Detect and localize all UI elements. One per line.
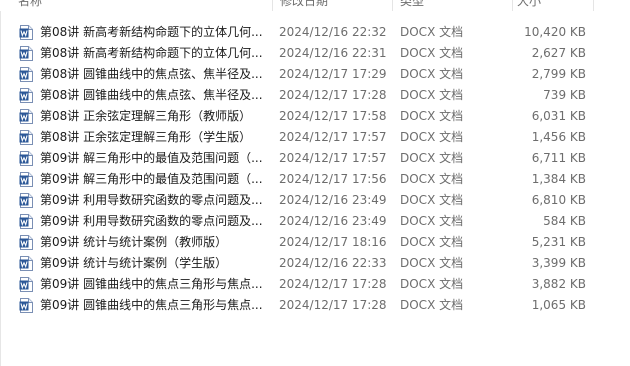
file-name: 第08讲 新高考新结构命题下的立体几何... [40, 25, 263, 39]
word-doc-icon [19, 235, 33, 250]
file-list: 第08讲 新高考新结构命题下的立体几何... 2024/12/16 22:32 … [0, 22, 630, 316]
file-size: 3,399 KB [531, 256, 586, 270]
file-modified-date: 2024/12/17 17:58 [279, 109, 387, 123]
file-size: 2,627 KB [531, 46, 586, 60]
file-modified-date: 2024/12/16 22:31 [279, 46, 387, 60]
word-doc-icon [19, 256, 33, 271]
column-header-size[interactable]: 大小 [517, 0, 541, 11]
file-modified-date: 2024/12/16 23:49 [279, 214, 387, 228]
file-modified-date: 2024/12/17 17:28 [279, 88, 387, 102]
file-name: 第09讲 利用导数研究函数的零点问题及... [40, 193, 263, 207]
file-modified-date: 2024/12/16 22:33 [279, 256, 387, 270]
column-divider[interactable] [392, 0, 393, 11]
word-doc-icon [19, 151, 33, 166]
file-modified-date: 2024/12/17 18:16 [279, 235, 387, 249]
file-row[interactable]: 第08讲 圆锥曲线中的焦点弦、焦半径及... 2024/12/17 17:29 … [0, 64, 630, 85]
file-name: 第08讲 正余弦定理解三角形（教师版） [40, 109, 252, 123]
file-modified-date: 2024/12/17 17:28 [279, 298, 387, 312]
file-modified-date: 2024/12/17 17:29 [279, 67, 387, 81]
file-name: 第08讲 正余弦定理解三角形（学生版） [40, 130, 252, 144]
file-row[interactable]: 第09讲 利用导数研究函数的零点问题及... 2024/12/16 23:49 … [0, 211, 630, 232]
file-name: 第09讲 解三角形中的最值及范围问题（... [40, 172, 263, 186]
column-divider[interactable] [512, 0, 513, 11]
file-row[interactable]: 第09讲 圆锥曲线中的焦点三角形与焦点... 2024/12/17 17:28 … [0, 295, 630, 316]
word-doc-icon [19, 277, 33, 292]
file-size: 2,799 KB [531, 67, 586, 81]
file-row[interactable]: 第08讲 新高考新结构命题下的立体几何... 2024/12/16 22:32 … [0, 22, 630, 43]
file-name: 第08讲 新高考新结构命题下的立体几何... [40, 46, 263, 60]
file-size: 6,031 KB [531, 109, 586, 123]
file-modified-date: 2024/12/16 23:49 [279, 193, 387, 207]
file-row[interactable]: 第08讲 圆锥曲线中的焦点弦、焦半径及... 2024/12/17 17:28 … [0, 85, 630, 106]
file-name: 第09讲 统计与统计案例（学生版） [40, 256, 228, 270]
word-doc-icon [19, 25, 33, 40]
file-modified-date: 2024/12/16 22:32 [279, 25, 387, 39]
file-name: 第09讲 圆锥曲线中的焦点三角形与焦点... [40, 298, 263, 312]
word-doc-icon [19, 46, 33, 61]
file-name: 第09讲 统计与统计案例（教师版） [40, 235, 228, 249]
file-size: 5,231 KB [531, 235, 586, 249]
file-row[interactable]: 第08讲 新高考新结构命题下的立体几何... 2024/12/16 22:31 … [0, 43, 630, 64]
file-size: 1,456 KB [531, 130, 586, 144]
file-row[interactable]: 第09讲 解三角形中的最值及范围问题（... 2024/12/17 17:56 … [0, 169, 630, 190]
file-row[interactable]: 第08讲 正余弦定理解三角形（教师版） 2024/12/17 17:58 DOC… [0, 106, 630, 127]
file-name: 第08讲 圆锥曲线中的焦点弦、焦半径及... [40, 88, 263, 102]
file-size: 1,065 KB [531, 298, 586, 312]
word-doc-icon [19, 298, 33, 313]
file-size: 1,384 KB [531, 172, 586, 186]
file-modified-date: 2024/12/17 17:56 [279, 172, 387, 186]
column-header-modified[interactable]: 修改日期 [280, 0, 328, 11]
file-size: 739 KB [543, 88, 586, 102]
file-row[interactable]: 第09讲 解三角形中的最值及范围问题（... 2024/12/17 17:57 … [0, 148, 630, 169]
file-row[interactable]: 第09讲 统计与统计案例（教师版） 2024/12/17 18:16 DOCX … [0, 232, 630, 253]
file-name: 第09讲 解三角形中的最值及范围问题（... [40, 151, 263, 165]
file-size: 10,420 KB [524, 25, 586, 39]
file-size: 6,711 KB [531, 151, 586, 165]
file-size: 6,810 KB [531, 193, 586, 207]
file-row[interactable]: 第08讲 正余弦定理解三角形（学生版） 2024/12/17 17:57 DOC… [0, 127, 630, 148]
file-modified-date: 2024/12/17 17:57 [279, 130, 387, 144]
column-header-name[interactable]: 名称 [18, 0, 42, 11]
file-explorer-details-view: 名称 修改日期 类型 大小 第08讲 新高考新结构命题下的立体几何... 202… [0, 0, 630, 366]
file-name: 第08讲 圆锥曲线中的焦点弦、焦半径及... [40, 67, 263, 81]
word-doc-icon [19, 67, 33, 82]
column-header-type[interactable]: 类型 [400, 0, 424, 11]
word-doc-icon [19, 109, 33, 124]
file-name: 第09讲 圆锥曲线中的焦点三角形与焦点... [40, 277, 263, 291]
column-divider[interactable] [593, 0, 594, 11]
column-divider[interactable] [272, 0, 273, 11]
file-row[interactable]: 第09讲 统计与统计案例（学生版） 2024/12/16 22:33 DOCX … [0, 253, 630, 274]
word-doc-icon [19, 88, 33, 103]
word-doc-icon [19, 130, 33, 145]
word-doc-icon [19, 172, 33, 187]
file-row[interactable]: 第09讲 圆锥曲线中的焦点三角形与焦点... 2024/12/17 17:28 … [0, 274, 630, 295]
file-size: 584 KB [543, 214, 586, 228]
column-header-row: 名称 修改日期 类型 大小 [0, 0, 630, 11]
file-size: 3,882 KB [531, 277, 586, 291]
file-modified-date: 2024/12/17 17:57 [279, 151, 387, 165]
word-doc-icon [19, 214, 33, 229]
word-doc-icon [19, 193, 33, 208]
file-modified-date: 2024/12/17 17:28 [279, 277, 387, 291]
file-row[interactable]: 第09讲 利用导数研究函数的零点问题及... 2024/12/16 23:49 … [0, 190, 630, 211]
file-name: 第09讲 利用导数研究函数的零点问题及... [40, 214, 263, 228]
